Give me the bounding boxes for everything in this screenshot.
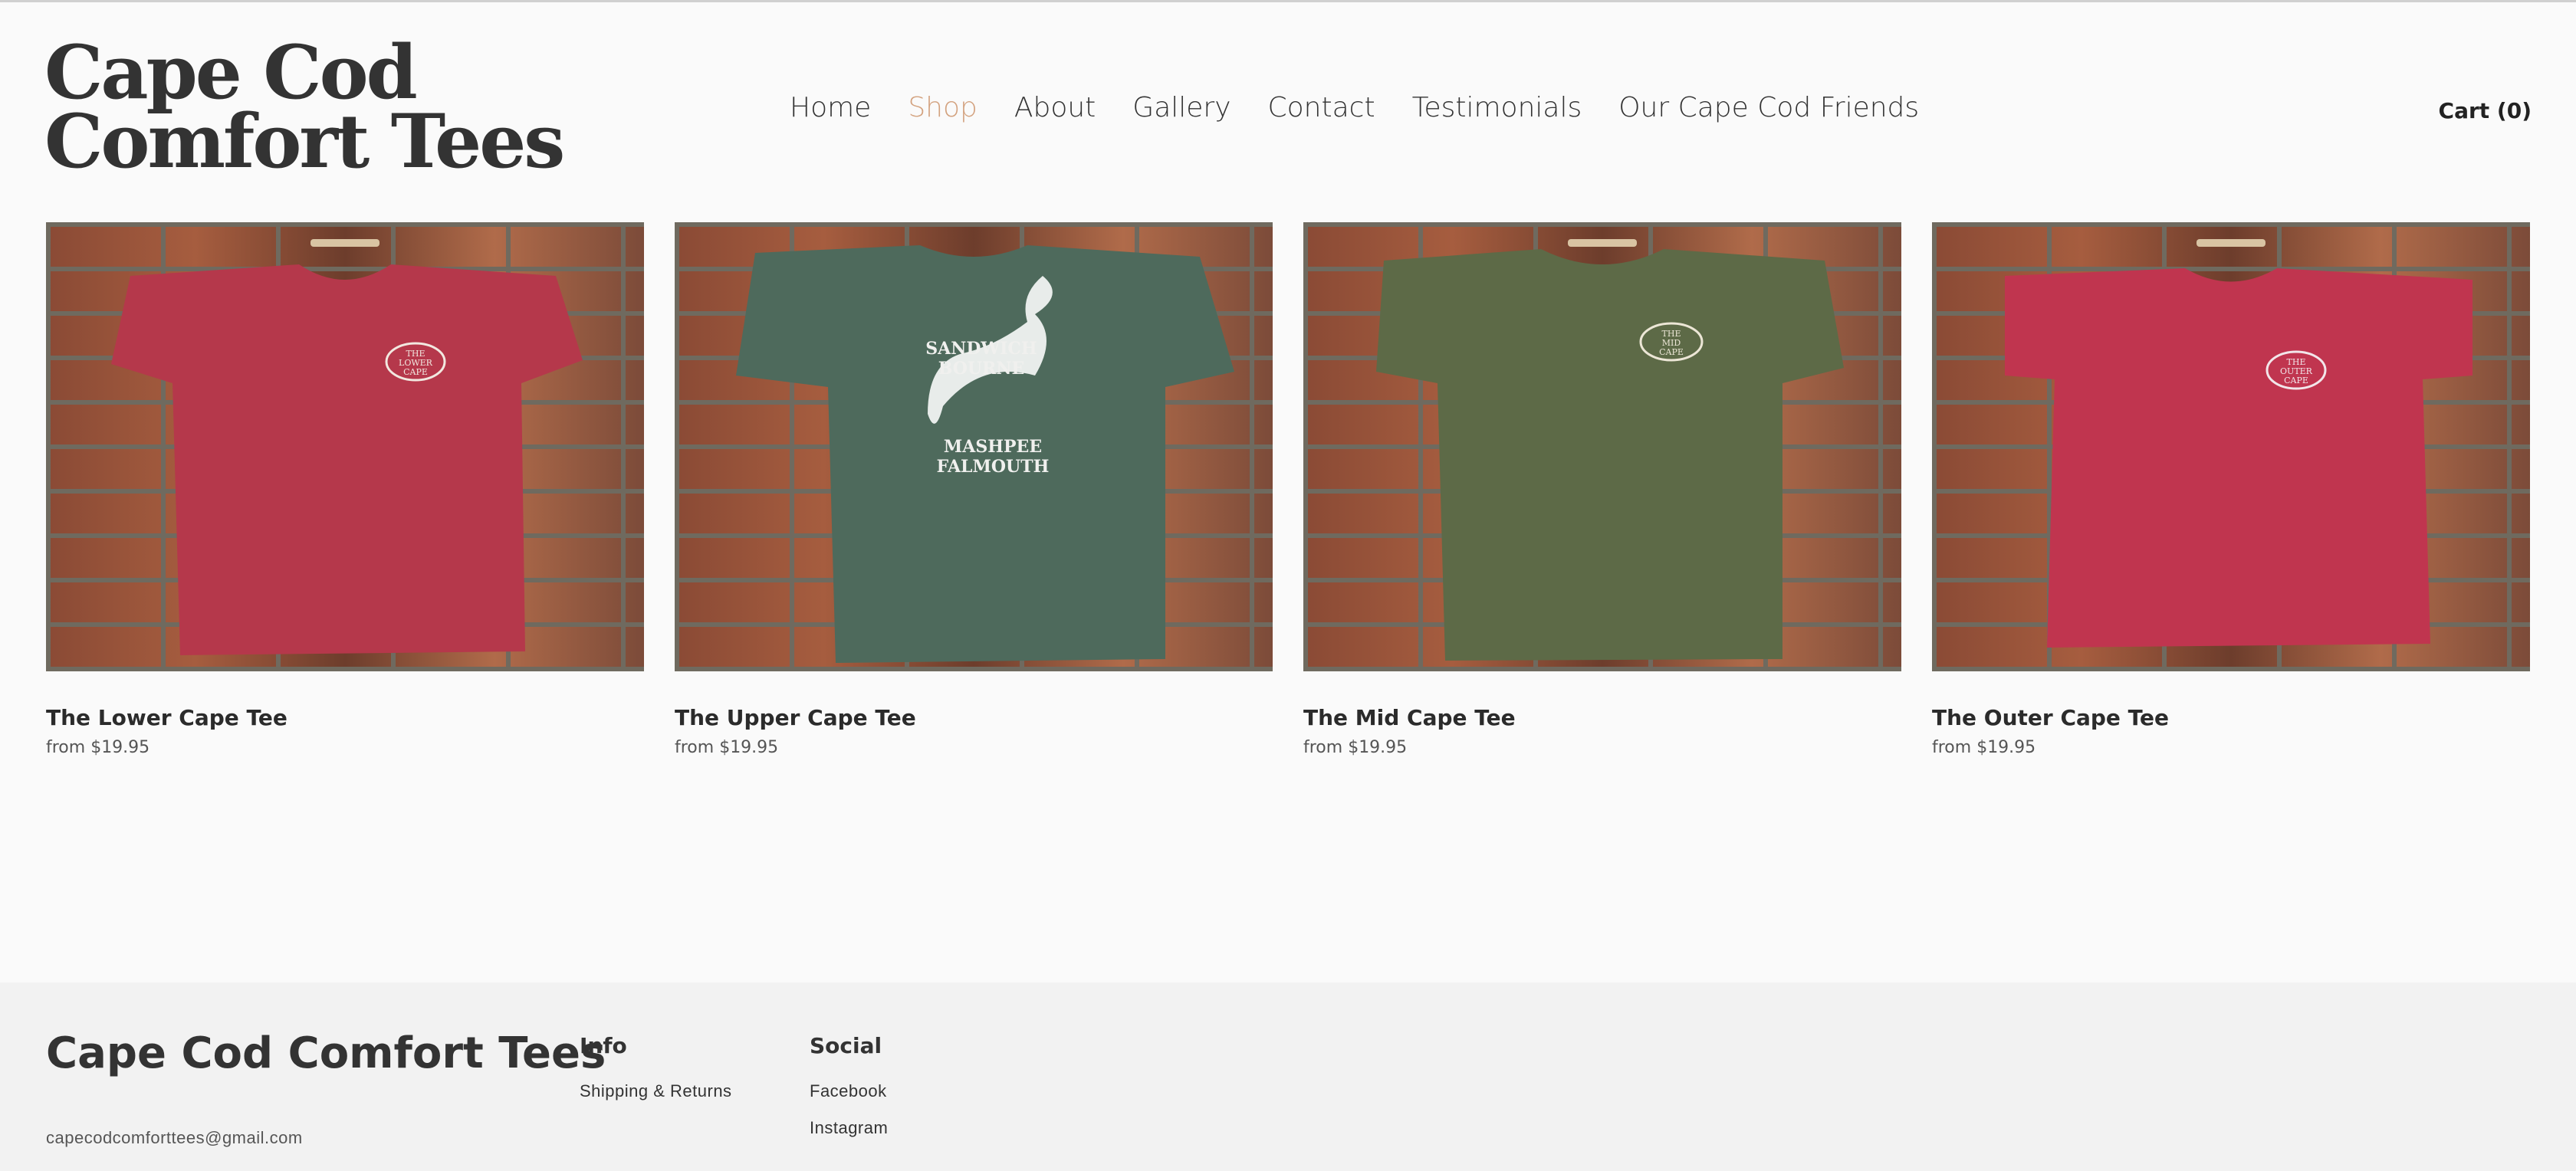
product-price: from $19.95 [46, 738, 150, 757]
emblem-text: CAPE [403, 367, 428, 377]
nav-contact[interactable]: Contact [1268, 92, 1375, 123]
tshirt-image: THE OUTER CAPE [2005, 268, 2472, 648]
product-card[interactable]: THE MID CAPE The Mid Cape Tee from $19.9… [1303, 222, 1901, 757]
emblem-text: SANDWICH [925, 339, 1037, 359]
footer-social-column: Social Facebook Instagram [810, 1033, 888, 1155]
shirt-body [2005, 268, 2472, 648]
nav-cape-cod-friends[interactable]: Our Cape Cod Friends [1618, 92, 1919, 123]
nav-testimonials[interactable]: Testimonials [1412, 92, 1582, 123]
product-card[interactable]: THE OUTER CAPE The Outer Cape Tee from $… [1932, 222, 2530, 757]
footer-email[interactable]: capecodcomforttees@gmail.com [46, 1128, 303, 1148]
product-image[interactable]: THE OUTER CAPE [1932, 222, 2530, 671]
nav-about[interactable]: About [1014, 92, 1096, 123]
product-title[interactable]: The Lower Cape Tee [46, 705, 644, 730]
footer-brand: Cape Cod Comfort Tees [46, 1028, 606, 1078]
product-card[interactable]: SANDWICH BOURNE MASHPEE FALMOUTH The Upp… [675, 222, 1273, 757]
footer-social-heading: Social [810, 1033, 882, 1058]
tshirt-image: SANDWICH BOURNE MASHPEE FALMOUTH [736, 245, 1234, 663]
nav-home[interactable]: Home [790, 92, 871, 123]
product-price: from $19.95 [1303, 738, 1408, 757]
product-image[interactable]: SANDWICH BOURNE MASHPEE FALMOUTH [675, 222, 1273, 671]
emblem-text: FALMOUTH [937, 457, 1050, 477]
product-title[interactable]: The Mid Cape Tee [1303, 705, 1901, 730]
footer-info-column: Info Shipping & Returns [580, 1033, 732, 1118]
product-image[interactable]: THE MID CAPE [1303, 222, 1901, 671]
top-border [0, 0, 2576, 2]
emblem-text: CAPE [2284, 376, 2308, 385]
nav-gallery[interactable]: Gallery [1132, 92, 1230, 123]
main-nav: Home Shop About Gallery Contact Testimon… [790, 92, 1956, 123]
product-price: from $19.95 [1932, 738, 2036, 757]
shirt-body [1376, 249, 1844, 661]
site-logo[interactable]: Cape Cod Comfort Tees [44, 36, 719, 179]
footer-link-facebook[interactable]: Facebook [810, 1081, 888, 1101]
tshirt-image: THE LOWER CAPE [111, 264, 583, 655]
footer-link-shipping-returns[interactable]: Shipping & Returns [580, 1081, 732, 1101]
tshirt-image: THE MID CAPE [1376, 249, 1844, 661]
site-footer: Cape Cod Comfort Tees capecodcomforttees… [0, 982, 2576, 1171]
cart-link[interactable]: Cart (0) [2439, 98, 2532, 123]
emblem-text: MASHPEE [944, 437, 1042, 457]
product-card[interactable]: THE LOWER CAPE The Lower Cape Tee from $… [46, 222, 644, 757]
product-image[interactable]: THE LOWER CAPE [46, 222, 644, 671]
emblem-text: BOURNE [938, 359, 1025, 379]
emblem-text: CAPE [1659, 347, 1684, 357]
footer-link-instagram[interactable]: Instagram [810, 1118, 888, 1138]
shirt-body [111, 264, 583, 655]
product-price: from $19.95 [675, 738, 779, 757]
footer-info-heading: Info [580, 1033, 627, 1058]
product-title[interactable]: The Outer Cape Tee [1932, 705, 2530, 730]
product-title[interactable]: The Upper Cape Tee [675, 705, 1273, 730]
product-grid: THE LOWER CAPE The Lower Cape Tee from $… [46, 222, 2530, 774]
nav-shop[interactable]: Shop [908, 92, 978, 123]
